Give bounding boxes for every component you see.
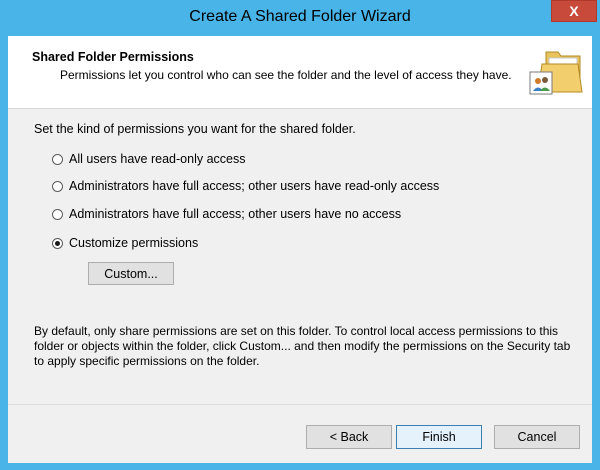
radio-all-read-only[interactable]: All users have read-only access xyxy=(52,150,245,168)
wizard-body: Set the kind of permissions you want for… xyxy=(8,108,592,418)
finish-button[interactable]: Finish xyxy=(396,425,482,449)
page-title: Shared Folder Permissions xyxy=(32,50,194,64)
radio-label: Administrators have full access; other u… xyxy=(69,207,402,221)
radio-button[interactable] xyxy=(52,153,63,165)
radio-label: Administrators have full access; other u… xyxy=(69,179,440,193)
radio-label: All users have read-only access xyxy=(69,152,246,166)
wizard-header: Shared Folder Permissions Permissions le… xyxy=(8,36,592,109)
custom-button[interactable]: Custom... xyxy=(88,262,174,285)
shared-folder-icon xyxy=(528,46,584,98)
page-description: Permissions let you control who can see … xyxy=(60,68,512,82)
info-text: By default, only share permissions are s… xyxy=(34,324,571,368)
close-icon: X xyxy=(569,3,579,19)
radio-admin-full-others-read[interactable]: Administrators have full access; other u… xyxy=(52,177,439,195)
radio-button[interactable] xyxy=(52,180,63,192)
instruction-text: Set the kind of permissions you want for… xyxy=(34,122,356,136)
wizard-window: Create A Shared Folder Wizard X Shared F… xyxy=(0,0,600,470)
window-title: Create A Shared Folder Wizard xyxy=(189,8,411,25)
close-button[interactable]: X xyxy=(551,0,597,22)
back-button[interactable]: < Back xyxy=(306,425,392,449)
radio-customize-permissions[interactable]: Customize permissions xyxy=(52,234,198,252)
wizard-footer: < Back Finish Cancel xyxy=(8,404,592,463)
title-bar[interactable]: Create A Shared Folder Wizard X xyxy=(0,0,600,36)
radio-label: Customize permissions xyxy=(69,236,199,250)
cancel-button[interactable]: Cancel xyxy=(494,425,580,449)
radio-button[interactable] xyxy=(52,208,63,220)
radio-admin-full-others-none[interactable]: Administrators have full access; other u… xyxy=(52,205,401,223)
radio-button[interactable] xyxy=(52,237,63,249)
wizard-client-area: Shared Folder Permissions Permissions le… xyxy=(8,36,592,463)
